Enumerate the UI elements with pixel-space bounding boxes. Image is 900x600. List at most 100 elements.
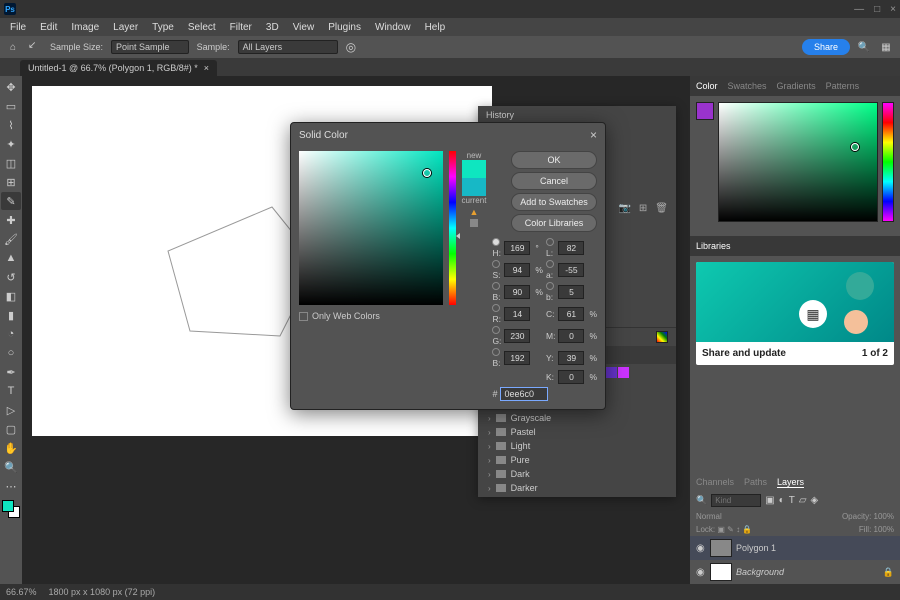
s-radio[interactable] [492, 260, 500, 268]
eraser-tool[interactable]: ◧ [1, 287, 21, 305]
r-radio[interactable] [492, 304, 500, 312]
l-radio[interactable] [546, 238, 554, 246]
color-field-cursor[interactable] [851, 143, 859, 151]
edit-toolbar[interactable]: ⋯ [1, 477, 21, 495]
library-card[interactable]: ▦ Share and update 1 of 2 [696, 262, 894, 365]
m-input[interactable] [558, 329, 584, 343]
b2-radio[interactable] [546, 282, 554, 290]
pen-tool[interactable]: ✒ [1, 363, 21, 381]
l-input[interactable] [558, 241, 584, 255]
lock-icon[interactable]: 🔒 [883, 567, 894, 578]
menu-window[interactable]: Window [369, 20, 417, 35]
gradient-tool[interactable]: ▮ [1, 306, 21, 324]
home-icon[interactable]: ⌂ [6, 40, 20, 54]
foreground-background-colors[interactable] [2, 500, 20, 518]
new-snapshot-icon[interactable]: 📷 [618, 203, 630, 214]
layer-name[interactable]: Polygon 1 [736, 543, 776, 553]
close-window-button[interactable]: × [890, 4, 896, 15]
hue-cursor[interactable] [456, 233, 460, 239]
bb-radio[interactable] [492, 348, 500, 356]
menu-image[interactable]: Image [65, 20, 105, 35]
move-tool[interactable]: ✥ [1, 78, 21, 96]
bb-input[interactable] [504, 351, 530, 365]
a-input[interactable] [558, 263, 584, 277]
new-color-swatch[interactable] [462, 160, 486, 178]
bv-input[interactable] [504, 285, 530, 299]
dialog-close-button[interactable]: × [590, 128, 597, 142]
hue-slider[interactable] [449, 151, 456, 305]
new-doc-icon[interactable]: ⊞ [639, 203, 647, 214]
menu-plugins[interactable]: Plugins [322, 20, 367, 35]
stamp-tool[interactable]: ▲ [1, 249, 21, 267]
filter-smart-icon[interactable]: ◈ [811, 495, 819, 506]
swatch-folder[interactable]: ›Pure [478, 453, 676, 467]
s-input[interactable] [504, 263, 530, 277]
layer-row[interactable]: ◉ Background 🔒 [690, 560, 900, 584]
tab-gradients[interactable]: Gradients [777, 81, 816, 91]
b-radio[interactable] [492, 282, 500, 290]
wand-tool[interactable]: ✦ [1, 135, 21, 153]
document-dimensions[interactable]: 1800 px x 1080 px (72 ppi) [49, 587, 156, 597]
ok-button[interactable]: OK [511, 151, 597, 169]
brush-tool[interactable]: 🖌 [1, 230, 21, 248]
color-mode-icon[interactable] [656, 331, 668, 343]
lasso-tool[interactable]: ⌇ [1, 116, 21, 134]
history-brush-tool[interactable]: ↺ [1, 268, 21, 286]
sample-size-select[interactable]: Point Sample [111, 40, 189, 54]
path-tool[interactable]: ▷ [1, 401, 21, 419]
foreground-color-swatch[interactable] [2, 500, 14, 512]
gamut-warning-icon[interactable]: ▲ [470, 207, 479, 217]
filter-adjust-icon[interactable]: ◐ [779, 495, 785, 506]
search-icon[interactable]: 🔍 [856, 39, 872, 55]
menu-filter[interactable]: Filter [224, 20, 258, 35]
cancel-button[interactable]: Cancel [511, 172, 597, 190]
tab-patterns[interactable]: Patterns [826, 81, 860, 91]
swatch[interactable] [618, 367, 629, 378]
h-input[interactable] [504, 241, 530, 255]
layers-filter-input[interactable] [711, 494, 761, 507]
blend-mode-select[interactable]: Normal [696, 512, 722, 521]
marquee-tool[interactable]: ▭ [1, 97, 21, 115]
zoom-level[interactable]: 66.67% [6, 587, 37, 597]
g-radio[interactable] [492, 326, 500, 334]
tab-history[interactable]: History [486, 110, 514, 120]
maximize-button[interactable]: □ [874, 4, 880, 15]
frame-tool[interactable]: ⊞ [1, 173, 21, 191]
tab-swatches[interactable]: Swatches [728, 81, 767, 91]
tab-layers[interactable]: Layers [777, 477, 804, 488]
y-input[interactable] [558, 351, 584, 365]
r-input[interactable] [504, 307, 530, 321]
menu-help[interactable]: Help [419, 20, 452, 35]
tab-color[interactable]: Color [696, 81, 718, 91]
saturation-value-field[interactable] [299, 151, 443, 305]
layer-thumbnail[interactable] [710, 539, 732, 557]
menu-view[interactable]: View [287, 20, 321, 35]
swatch-folder[interactable]: ›Light [478, 439, 676, 453]
layer-thumbnail[interactable] [710, 563, 732, 581]
swatch-folder[interactable]: ›Darker [478, 481, 676, 495]
add-to-swatches-button[interactable]: Add to Swatches [511, 193, 597, 211]
eyedropper-tool-icon[interactable]: ↙ [28, 40, 42, 54]
blur-tool[interactable]: ◔ [1, 325, 21, 343]
swatch-folder[interactable]: ›Pastel [478, 425, 676, 439]
opacity-value[interactable]: 100% [874, 512, 894, 521]
type-tool[interactable]: T [1, 382, 21, 400]
fill-value[interactable]: 100% [874, 525, 894, 534]
heal-tool[interactable]: ✚ [1, 211, 21, 229]
web-colors-checkbox[interactable] [299, 312, 308, 321]
k-input[interactable] [558, 370, 584, 384]
minimize-button[interactable]: — [854, 4, 864, 15]
layer-row[interactable]: ◉ Polygon 1 [690, 536, 900, 560]
visibility-icon[interactable]: ◉ [696, 567, 706, 578]
visibility-icon[interactable]: ◉ [696, 543, 706, 554]
c-input[interactable] [558, 307, 584, 321]
menu-3d[interactable]: 3D [260, 20, 285, 35]
filter-type-icon[interactable]: T [789, 495, 795, 506]
search-icon[interactable]: 🔍 [696, 495, 707, 506]
tab-libraries[interactable]: Libraries [696, 241, 731, 251]
menu-type[interactable]: Type [146, 20, 180, 35]
filter-pixel-icon[interactable]: ▣ [765, 495, 774, 506]
color-panel-swatch[interactable] [696, 102, 714, 120]
sample-select[interactable]: All Layers [238, 40, 338, 54]
current-color-swatch[interactable] [462, 178, 486, 196]
